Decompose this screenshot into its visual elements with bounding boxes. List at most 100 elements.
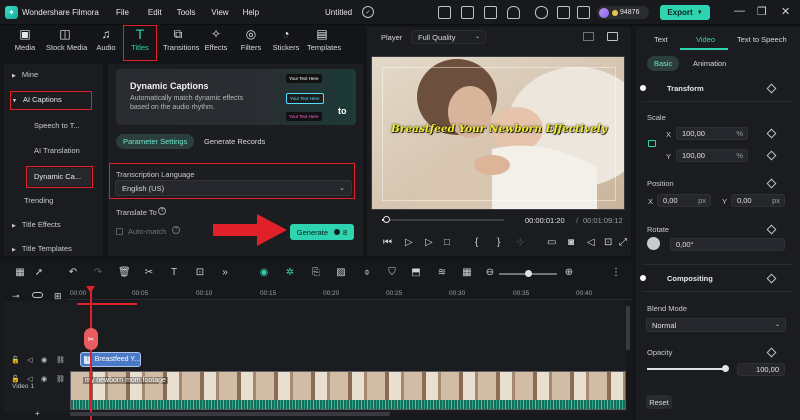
crop-icon[interactable]: ⊡ [604,237,612,248]
zoom-slider-handle[interactable] [525,270,532,277]
mic-icon[interactable]: ⌽ [361,267,373,278]
sidebar-item-title-effects[interactable]: ▶ Title Effects [4,216,103,234]
download-icon[interactable] [557,6,570,19]
more-options-icon[interactable]: ⋮ [610,267,622,278]
menu-tools[interactable]: Tools [177,8,196,17]
info-icon[interactable]: ? [172,226,180,234]
opacity-slider-track[interactable] [647,368,727,370]
timeline-ruler[interactable] [66,286,632,300]
zoom-out-icon[interactable]: ⊖ [484,267,496,278]
minimize-icon[interactable]: — [734,5,745,17]
ai-tool-icon[interactable]: ✲ [284,267,296,278]
monitor-icon[interactable]: ▭ [547,237,556,248]
track-link-icon[interactable]: ⛓ [56,356,65,364]
cloud-upload-icon[interactable] [535,6,548,19]
track-audio-icon[interactable]: ◁ [27,375,32,383]
menu-help[interactable]: Help [243,8,259,17]
stack-icon[interactable]: ≋ [436,267,448,278]
playback-handle[interactable] [382,216,390,223]
menu-file[interactable]: File [116,8,129,17]
volume-icon[interactable]: ◁ [587,237,595,248]
tab-text[interactable]: Text [654,35,668,44]
timeline-vertical-scrollbar[interactable] [626,306,630,350]
sidebar-item-title-templates[interactable]: ▶ Title Templates [4,242,103,256]
rotate-dial[interactable] [647,237,660,250]
quality-select[interactable]: Full Quality ⌄ [411,30,486,44]
undo-icon[interactable]: ↶ [67,267,79,278]
tab-audio[interactable]: ♫ Audio [91,27,121,57]
shield-icon[interactable]: ⛉ [386,267,398,278]
grid-icon[interactable] [577,6,590,19]
link-icon[interactable] [32,292,43,298]
tab-video[interactable]: Video [696,35,715,44]
credits-badge[interactable]: 94876 [597,6,649,19]
maximize-icon[interactable]: ❐ [757,5,767,18]
tab-generate-records[interactable]: Generate Records [197,134,272,149]
sidebar-item-trending[interactable]: Trending [4,192,103,210]
track-audio-icon[interactable]: ◁ [27,356,32,364]
zoom-in-icon[interactable]: ⊕ [563,267,575,278]
scale-y-input[interactable]: 100,00% [676,149,748,162]
auto-highlight-icon[interactable]: ◉ [258,267,270,278]
close-icon[interactable]: ✕ [781,5,790,18]
gift-icon[interactable] [438,6,451,19]
redo-icon[interactable]: ↷ [92,267,104,278]
track-lock-icon[interactable]: 🔓 [11,375,20,383]
more-tools-icon[interactable]: » [219,267,231,278]
tab-media[interactable]: ▣ Media [10,27,40,57]
split-scissors-icon[interactable]: ✂ [143,267,155,278]
tab-stock-media[interactable]: ◫ Stock Media [46,27,87,57]
scale-x-input[interactable]: 100,00% [676,127,748,140]
tab-filters[interactable]: ◎ Filters [236,27,266,57]
layout-switch-icon[interactable]: ▦ [14,267,26,278]
mark-out-icon[interactable]: } [497,237,500,248]
fullscreen-icon[interactable]: ⤢ [619,237,627,248]
track-eye-icon[interactable]: ◉ [41,356,47,364]
menu-edit[interactable]: Edit [148,8,162,17]
opacity-slider-handle[interactable] [722,365,729,372]
opacity-input[interactable]: 100,00 [737,363,785,376]
position-y-input[interactable]: 0,00 px [731,194,785,207]
crop-tool-icon[interactable]: ⊡ [194,267,206,278]
playhead-line[interactable] [90,288,92,420]
tab-parameter-settings[interactable]: Parameter Settings [116,134,195,149]
grid-overlay-icon[interactable] [583,32,594,41]
delete-icon[interactable]: 🗑 [118,267,131,278]
track-link-icon[interactable]: ⛓ [56,375,65,383]
tab-effects[interactable]: ✧ Effects [201,27,231,57]
tab-templates[interactable]: ▤ Templates [307,27,341,57]
track-lock-icon[interactable]: 🔓 [11,356,20,364]
subtab-basic[interactable]: Basic [647,56,680,71]
grid-view-icon[interactable]: ▦ [461,267,473,278]
playback-progress-track[interactable] [382,219,504,221]
tab-text-to-speech[interactable]: Text to Speech [737,35,799,44]
video-clip[interactable]: my newborn mom footage [70,371,626,410]
camera-icon[interactable]: ◙ [568,237,574,248]
layout-icon[interactable] [461,6,474,19]
text-tool-icon[interactable]: T [168,267,180,278]
sidebar-item-mine[interactable]: ▶ Mine [4,66,103,84]
tab-stickers[interactable]: ◔ Stickers [271,27,301,57]
generate-button[interactable]: Generate 8 [290,224,354,240]
stop-icon[interactable]: □ [444,237,450,248]
sticker-icon[interactable]: ⬒ [410,267,422,278]
record-icon[interactable]: ⎘ [310,267,322,278]
blend-mode-select[interactable]: Normal ⌄ [646,318,786,332]
mark-in-icon[interactable]: { [475,237,478,248]
menu-view[interactable]: View [211,8,228,17]
sidebar-item-speech-to-text[interactable]: Speech to T... [4,117,103,135]
rotate-input[interactable]: 0,00° [670,238,785,251]
screen-icon[interactable] [484,6,497,19]
position-x-input[interactable]: 0,00 px [657,194,711,207]
snapshot-image-icon[interactable] [607,32,618,41]
cloud-status-icon[interactable]: ✓ [362,6,374,18]
auto-match-checkbox[interactable] [116,228,123,235]
select-tool-icon[interactable]: ➚ [33,267,45,278]
info-icon[interactable]: ? [158,207,166,215]
tab-transitions[interactable]: ⧉ Transitions [163,27,199,57]
sidebar-item-ai-translation[interactable]: AI Translation [4,142,103,160]
play-icon[interactable]: ▷ [425,237,433,248]
image-icon[interactable]: ▨ [335,267,347,278]
lock-ratio-icon[interactable] [648,140,656,147]
reset-button[interactable]: Reset [646,395,672,409]
